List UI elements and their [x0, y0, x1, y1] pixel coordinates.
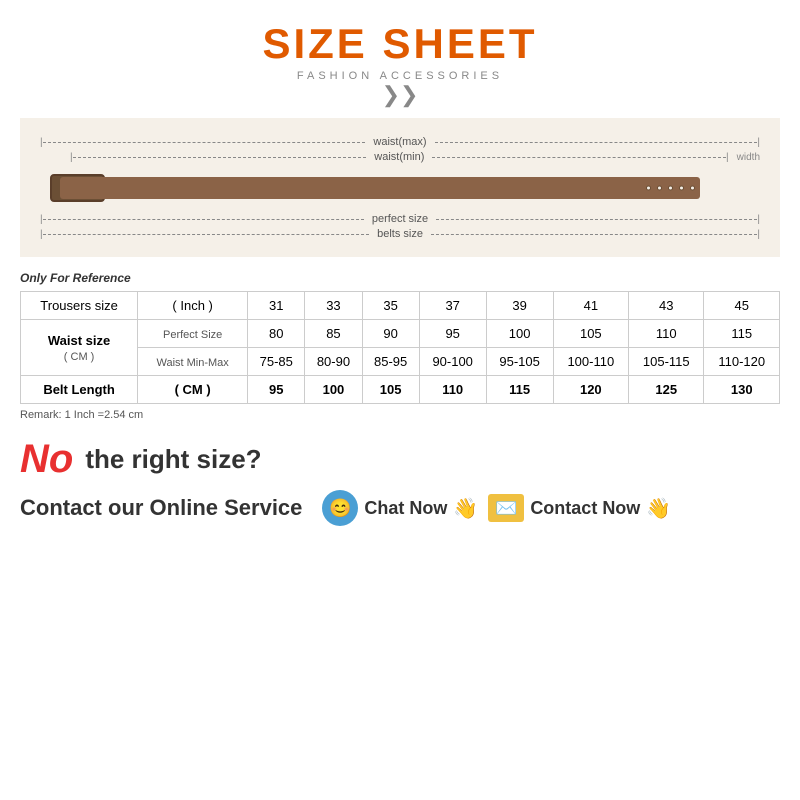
- mm-31: 75-85: [248, 348, 305, 376]
- contact-row: Contact our Online Service 😊 Chat Now 👋 …: [20, 490, 780, 526]
- page: SIZE SHEET FASHION ACCESSORIES ❯❯ | wais…: [0, 0, 800, 800]
- table-section: Only For Reference Trousers size ( Inch …: [20, 271, 780, 421]
- no-text: No: [20, 437, 73, 482]
- size-33: 33: [305, 292, 362, 320]
- belts-size-label: belts size: [369, 228, 431, 240]
- belt-holes: [646, 186, 695, 191]
- size-37: 37: [419, 292, 486, 320]
- waist-size-label: Waist size ( CM ): [21, 320, 138, 376]
- mm-37: 90-100: [419, 348, 486, 376]
- main-title: SIZE SHEET: [262, 20, 537, 68]
- mail-icon: ✉️: [488, 494, 524, 522]
- mm-35: 85-95: [362, 348, 419, 376]
- bl-35: 105: [362, 376, 419, 404]
- ps-33: 85: [305, 320, 362, 348]
- ps-35: 90: [362, 320, 419, 348]
- belt-length-unit: ( CM ): [138, 376, 248, 404]
- contact-button[interactable]: ✉️ Contact Now 👋: [488, 494, 671, 522]
- ps-41: 105: [553, 320, 628, 348]
- size-43: 43: [629, 292, 704, 320]
- no-size-row: No the right size?: [20, 437, 780, 482]
- right-size-text: the right size?: [85, 444, 261, 475]
- table-header-row: Trousers size ( Inch ) 31 33 35 37 39 41…: [21, 292, 780, 320]
- belt-hole-2: [657, 186, 662, 191]
- belts-size-row: | belts size |: [40, 228, 760, 240]
- belt-length-label: Belt Length: [21, 376, 138, 404]
- belt-body: [60, 177, 700, 199]
- mm-43: 105-115: [629, 348, 704, 376]
- chat-icon: 😊: [322, 490, 358, 526]
- bl-43: 125: [629, 376, 704, 404]
- waist-minmax-sub-label: Waist Min-Max: [138, 348, 248, 376]
- ps-43: 110: [629, 320, 704, 348]
- sub-title: FASHION ACCESSORIES: [262, 70, 537, 82]
- ps-31: 80: [248, 320, 305, 348]
- perfect-size-label: perfect size: [364, 213, 436, 225]
- bl-31: 95: [248, 376, 305, 404]
- hand-icon-contact: 👋: [646, 496, 671, 521]
- ps-39: 100: [486, 320, 553, 348]
- mm-39: 95-105: [486, 348, 553, 376]
- inch-header: ( Inch ): [138, 292, 248, 320]
- mm-33: 80-90: [305, 348, 362, 376]
- belt-length-row: Belt Length ( CM ) 95 100 105 110 115 12…: [21, 376, 780, 404]
- bottom-section: No the right size? Contact our Online Se…: [20, 437, 780, 526]
- bl-45: 130: [704, 376, 780, 404]
- waist-min-label: waist(min): [366, 151, 432, 163]
- bl-39: 115: [486, 376, 553, 404]
- belt-hole-3: [668, 186, 673, 191]
- chat-button-label: Chat Now: [364, 498, 447, 519]
- size-45: 45: [704, 292, 780, 320]
- ps-37: 95: [419, 320, 486, 348]
- belt-visual: [40, 169, 760, 207]
- contact-label: Contact our Online Service: [20, 495, 302, 521]
- belt-hole-5: [690, 186, 695, 191]
- trousers-size-header: Trousers size: [21, 292, 138, 320]
- mm-45: 110-120: [704, 348, 780, 376]
- perfect-size-row: Waist size ( CM ) Perfect Size 80 85 90 …: [21, 320, 780, 348]
- waist-min-row: | waist(min) | width: [40, 151, 760, 163]
- perfect-size-row: | perfect size |: [40, 213, 760, 225]
- size-41: 41: [553, 292, 628, 320]
- chevron-icon: ❯❯: [262, 84, 537, 106]
- hand-icon-chat: 👋: [453, 496, 478, 521]
- waist-max-row: | waist(max) |: [40, 136, 760, 148]
- bl-41: 120: [553, 376, 628, 404]
- size-table: Trousers size ( Inch ) 31 33 35 37 39 41…: [20, 291, 780, 404]
- ps-45: 115: [704, 320, 780, 348]
- reference-note: Only For Reference: [20, 271, 780, 285]
- size-31: 31: [248, 292, 305, 320]
- belt-hole-1: [646, 186, 651, 191]
- belt-diagram: | waist(max) | | waist(min) | width: [20, 118, 780, 257]
- perfect-size-sub-label: Perfect Size: [138, 320, 248, 348]
- size-35: 35: [362, 292, 419, 320]
- chat-button[interactable]: 😊 Chat Now 👋: [322, 490, 478, 526]
- bl-37: 110: [419, 376, 486, 404]
- mm-41: 100-110: [553, 348, 628, 376]
- remark-text: Remark: 1 Inch =2.54 cm: [20, 409, 780, 421]
- belt-hole-4: [679, 186, 684, 191]
- waist-max-label: waist(max): [365, 136, 434, 148]
- size-39: 39: [486, 292, 553, 320]
- title-section: SIZE SHEET FASHION ACCESSORIES ❯❯: [262, 20, 537, 106]
- contact-button-label: Contact Now: [530, 498, 640, 519]
- bl-33: 100: [305, 376, 362, 404]
